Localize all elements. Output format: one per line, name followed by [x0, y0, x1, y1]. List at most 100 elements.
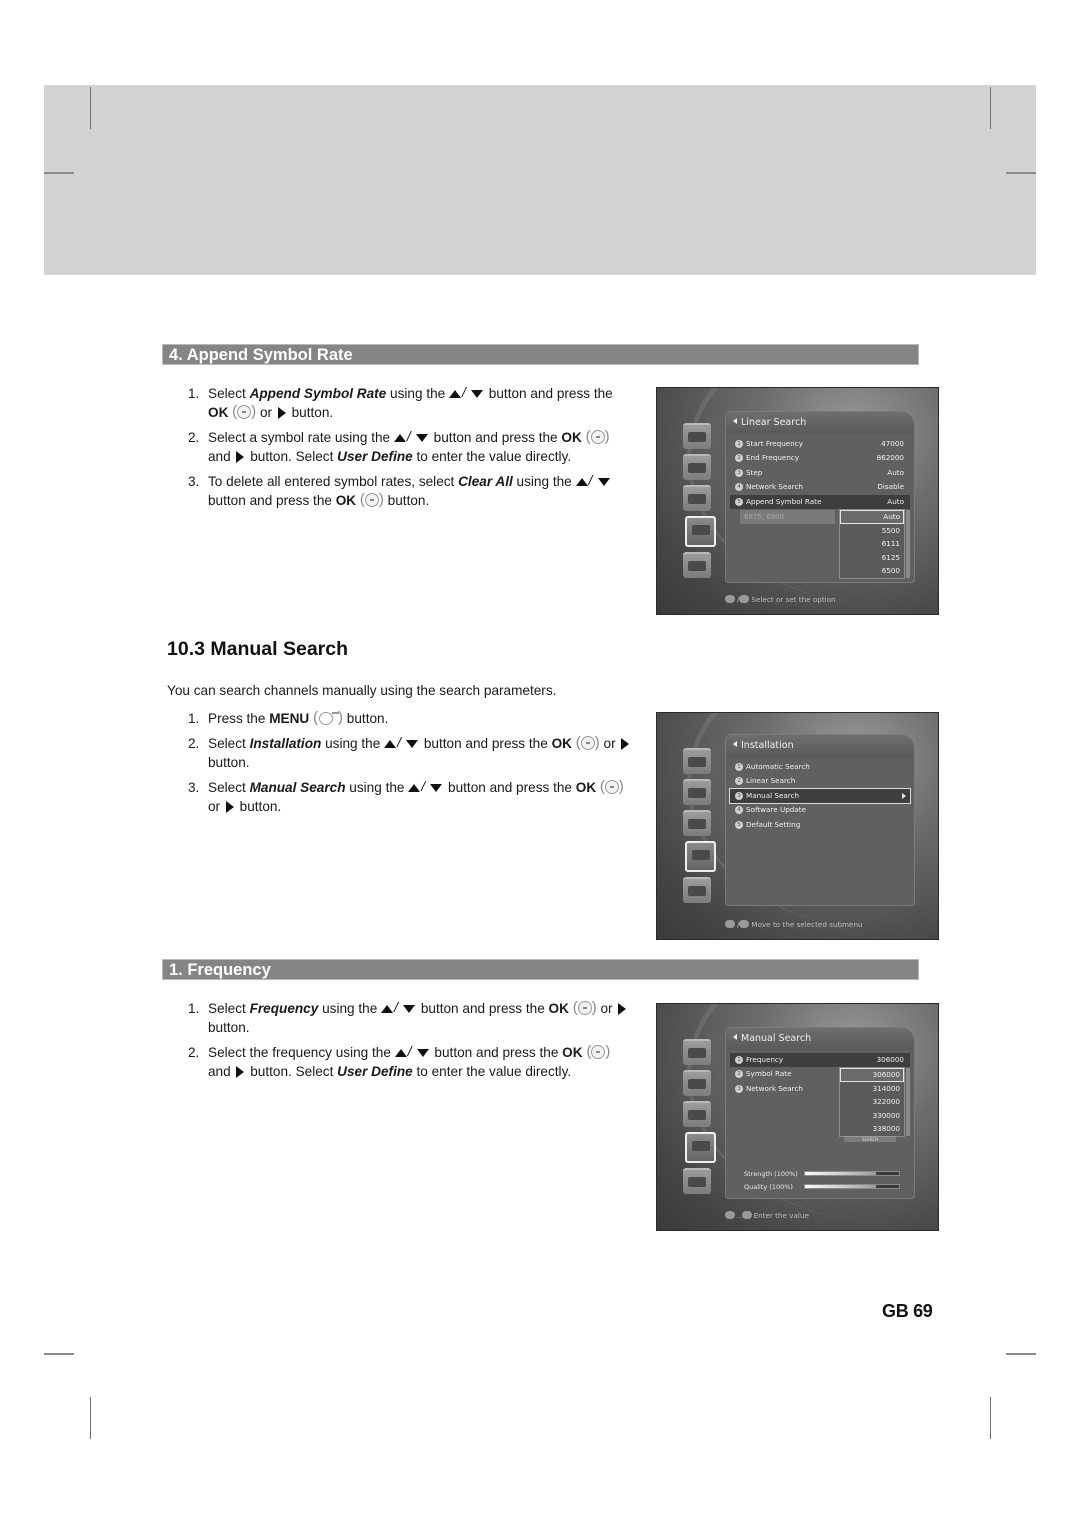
ok-button-icon [232, 402, 256, 421]
step-text: button. [287, 405, 334, 420]
dropdown-scrollbar[interactable] [906, 510, 910, 578]
dropdown-scrollbar[interactable] [906, 1068, 910, 1136]
menu-row-selected[interactable]: 3 Manual Search [729, 787, 911, 805]
step-text: and [208, 449, 235, 464]
satellite-dish-icon [683, 423, 711, 449]
dropdown-option[interactable]: 338000 [840, 1122, 904, 1136]
row-label: Default Setting [746, 819, 801, 829]
row-value: 47000 [881, 439, 904, 448]
search-tools-icon [683, 552, 711, 578]
menu-panel: Manual Search 1 Frequency 306000 2 Symbol R… [725, 1027, 915, 1199]
digit-0-key-icon [725, 1211, 735, 1219]
row-value: Auto [887, 467, 904, 477]
row-number: 4 [735, 806, 743, 815]
step-text: Press the [208, 711, 270, 726]
step-text: and [208, 1064, 235, 1079]
ok-key-icon [725, 920, 735, 928]
dropdown-option[interactable]: 330000 [840, 1109, 904, 1123]
step-text: using the [321, 736, 385, 751]
step-keyword: OK [575, 780, 597, 795]
row-label: Symbol Rate [746, 1069, 792, 1079]
quality-bar-track [804, 1184, 900, 1189]
step-text: Select the frequency using the [208, 1045, 395, 1060]
step-keyword: OK [208, 405, 229, 420]
tv-screenshot-installation: Installation 1 Automatic Search 2 Linear S… [656, 712, 939, 940]
tv-settings-icon [683, 1101, 711, 1127]
dropdown-option[interactable]: 314000 [840, 1082, 904, 1096]
menu-row[interactable]: 5 Default Setting [730, 818, 910, 832]
hint-text: Move to the selected submenu [751, 920, 863, 929]
dropdown-option[interactable]: 306000 [840, 1068, 904, 1082]
row-number: 5 [735, 497, 743, 506]
row-label: Step [746, 467, 763, 477]
step-item: 3. Select Manual Search using the / butt… [186, 777, 636, 816]
row-label: Frequency [746, 1055, 784, 1064]
header-band [44, 85, 1036, 275]
back-arrow-icon [733, 741, 737, 747]
search-tools-icon [683, 877, 711, 903]
menu-row[interactable]: 2 End Frequency 862000 [730, 451, 910, 465]
dropdown-option[interactable]: 6500 [840, 564, 904, 578]
crop-mark [44, 172, 74, 174]
step-keyword: OK [562, 1045, 583, 1060]
up-down-arrows-icon: / [394, 1044, 431, 1059]
append-symbol-rate-steps: 1. Select Append Symbol Rate using the /… [186, 384, 636, 516]
search-button[interactable]: SEARCH [844, 1136, 896, 1142]
up-down-arrows-icon: / [384, 735, 420, 750]
row-label: Linear Search [746, 776, 796, 786]
crop-mark [990, 87, 991, 129]
ok-button-icon [573, 998, 597, 1017]
menu-row[interactable]: 4 Software Update [730, 803, 910, 817]
menu-row[interactable]: 3 Step Auto [730, 466, 910, 480]
menu-row[interactable]: 1 Start Frequency 47000 [730, 437, 910, 451]
page-number: GB 69 [882, 1301, 933, 1321]
crop-mark [44, 1353, 74, 1355]
step-item: 2. Select Installation using the / butto… [186, 733, 636, 772]
right-arrow-icon [618, 1003, 627, 1015]
crop-mark [1006, 172, 1036, 174]
row-label: End Frequency [746, 453, 800, 463]
row-value: 862000 [876, 453, 904, 463]
dropdown-option[interactable]: 6125 [840, 551, 904, 565]
step-text: using the [345, 780, 409, 795]
row-number: 2 [735, 1070, 743, 1079]
menu-row-selected[interactable]: 1 Frequency 306000 [730, 1053, 910, 1068]
step-text: button and press the [417, 1001, 549, 1016]
step-text: or [208, 799, 224, 814]
digit-9-key-icon [741, 1211, 752, 1219]
up-down-arrows-icon: / [408, 779, 444, 794]
row-number: 1 [735, 440, 743, 448]
up-down-arrows-icon: / [449, 385, 485, 400]
installation-icon [685, 841, 716, 872]
menu-row-selected[interactable]: 5 Append Symbol Rate Auto [730, 494, 910, 509]
step-text: button and press the [420, 736, 552, 751]
row-label: Append Symbol Rate [746, 496, 822, 506]
step-emphasis: Append Symbol Rate [249, 386, 387, 401]
step-text: To delete all entered symbol rates, sele… [208, 474, 459, 489]
dropdown-option[interactable]: 5500 [840, 524, 904, 538]
menu-sidebar [683, 423, 717, 583]
dropdown-option[interactable]: 322000 [840, 1095, 904, 1109]
step-text: or [599, 736, 620, 751]
section-intro: You can search channels manually using t… [167, 683, 557, 698]
step-item: 1. Select Frequency using the / button a… [186, 998, 636, 1037]
menu-row[interactable]: 1 Automatic Search [730, 760, 910, 774]
step-text: or [256, 405, 276, 420]
step-text: button. [208, 755, 250, 770]
step-text: button and press the [208, 493, 336, 508]
step-keyword: OK [335, 493, 357, 508]
step-text: using the [386, 386, 450, 401]
menu-panel: Linear Search 1 Start Frequency 47000 2 End… [725, 411, 915, 583]
step-number: 2. [188, 430, 200, 445]
dropdown-option[interactable]: 6111 [840, 537, 904, 551]
installation-icon [685, 516, 716, 547]
step-keyword: OK [561, 430, 582, 445]
row-value: Auto [887, 496, 904, 506]
dropdown-option[interactable]: Auto [840, 510, 904, 524]
menu-row[interactable]: 2 Linear Search [730, 774, 910, 788]
frequency-dropdown[interactable]: 306000 314000 322000 330000 338000 [839, 1067, 910, 1137]
right-arrow-icon [621, 738, 630, 750]
symbol-rate-dropdown[interactable]: Auto 5500 6111 6125 6500 [839, 509, 910, 579]
panel-title: Manual Search [726, 1028, 914, 1050]
menu-row[interactable]: 4 Network Search Disable [730, 480, 910, 494]
